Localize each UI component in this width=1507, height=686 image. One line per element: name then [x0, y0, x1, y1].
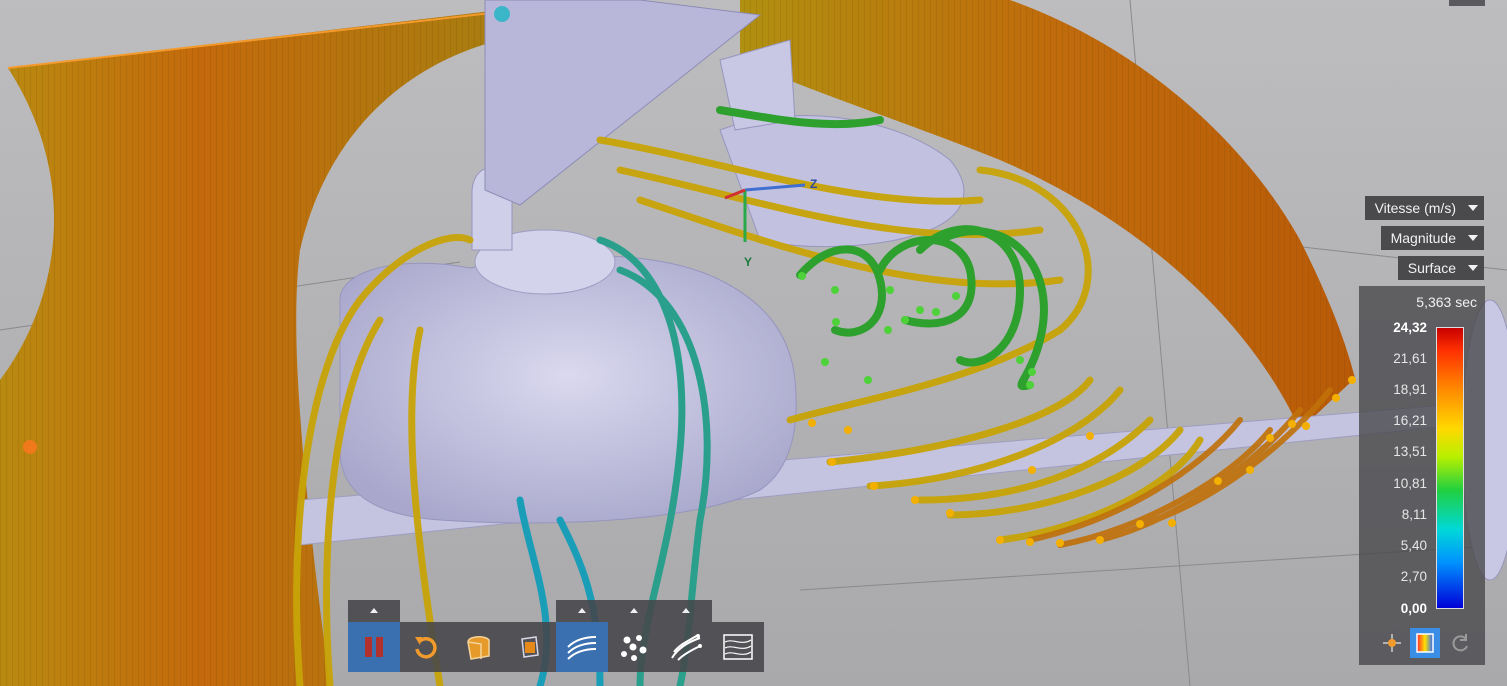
refresh-icon — [1452, 634, 1468, 652]
visualization-toolbar — [348, 622, 764, 672]
pause-options-tab[interactable] — [348, 600, 400, 622]
legend-tick: 21,61 — [1393, 351, 1427, 366]
legend-tick: 10,81 — [1393, 476, 1427, 491]
particles-options-tab[interactable] — [608, 600, 660, 622]
cutting-plane-button[interactable] — [504, 622, 556, 672]
solid-view-button[interactable] — [452, 622, 504, 672]
pause-icon — [365, 637, 383, 657]
particles-button[interactable] — [608, 622, 660, 672]
component-dropdown-label: Magnitude — [1390, 230, 1456, 246]
3d-viewport[interactable]: Z Y — [0, 0, 1507, 686]
probe-icon — [1383, 634, 1401, 652]
legend-tick: 13,51 — [1393, 444, 1427, 459]
cutting-plane-icon — [521, 636, 539, 658]
particle-traces-icon — [671, 634, 702, 661]
chevron-down-icon — [1468, 235, 1478, 241]
legend-tick: 8,11 — [1401, 507, 1427, 522]
streamlines-button[interactable] — [556, 622, 608, 672]
legend-tick: 2,70 — [1400, 569, 1427, 584]
legend-max: 24,32 — [1393, 320, 1427, 335]
surface-lic-button[interactable] — [712, 622, 764, 672]
component-dropdown[interactable]: Magnitude — [1380, 226, 1484, 250]
color-legend-icon — [1416, 633, 1434, 653]
reset-icon — [415, 637, 437, 659]
chevron-down-icon — [1468, 265, 1478, 271]
color-legend-button[interactable] — [1410, 628, 1440, 658]
simulation-time: 5,363 sec — [1416, 294, 1477, 310]
axis-z-label: Z — [810, 177, 817, 191]
quantity-dropdown-label: Vitesse (m/s) — [1374, 200, 1456, 216]
legend-tick: 18,91 — [1393, 382, 1427, 397]
display-dropdown-label: Surface — [1407, 260, 1456, 276]
color-legend-panel: 5,363 sec 24,32 21,61 18,91 16,21 13,51 … — [1359, 286, 1485, 665]
quantity-dropdown[interactable]: Vitesse (m/s) — [1364, 196, 1484, 220]
chevron-down-icon — [1468, 205, 1478, 211]
surface-lic-icon — [723, 634, 753, 660]
chevron-up-icon — [370, 608, 378, 613]
refresh-button[interactable] — [1446, 628, 1476, 658]
axis-y-label: Y — [744, 255, 752, 269]
chevron-up-icon — [578, 608, 586, 613]
particle-traces-options-tab[interactable] — [660, 600, 712, 622]
particle-traces-button[interactable] — [660, 622, 712, 672]
legend-tick: 5,40 — [1400, 538, 1427, 553]
color-scale-bar — [1437, 328, 1463, 608]
chevron-up-icon — [630, 608, 638, 613]
display-dropdown[interactable]: Surface — [1397, 256, 1484, 280]
solid-view-icon — [467, 636, 490, 660]
top-right-menu-button[interactable] — [1449, 0, 1485, 6]
pause-button[interactable] — [348, 622, 400, 672]
streamlines-icon — [567, 636, 597, 660]
particles-icon — [621, 635, 647, 661]
reset-button[interactable] — [400, 622, 452, 672]
chevron-up-icon — [682, 608, 690, 613]
streamlines-options-tab[interactable] — [556, 600, 608, 622]
legend-min: 0,00 — [1400, 601, 1427, 616]
legend-tick: 16,21 — [1393, 413, 1427, 428]
probe-button[interactable] — [1377, 628, 1407, 658]
